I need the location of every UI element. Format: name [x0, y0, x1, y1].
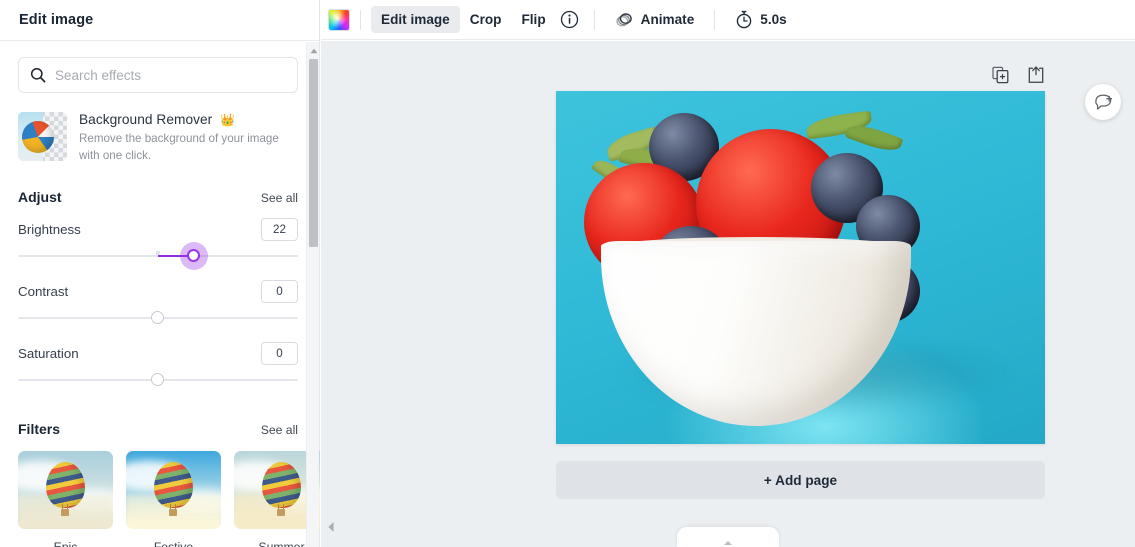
image-editor-window: Edit image Search effects Background Rem…	[0, 0, 1135, 547]
slider-saturation[interactable]: Saturation 0	[18, 342, 298, 391]
animate-label: Animate	[640, 12, 695, 27]
adjust-title: Adjust	[18, 189, 62, 205]
adjust-see-all-link[interactable]: See all	[261, 191, 298, 205]
filter-thumbnail	[18, 451, 113, 529]
slider-handle-saturation[interactable]	[151, 373, 164, 386]
toolbar-divider	[593, 9, 595, 30]
button-animate[interactable]: Animate	[605, 6, 705, 33]
collapse-left-icon[interactable]	[327, 521, 335, 533]
background-remover-item[interactable]: Background Remover 👑 Remove the backgrou…	[18, 112, 302, 164]
background-remover-thumbnail	[18, 112, 67, 161]
page-actions	[992, 66, 1046, 84]
slider-brightness[interactable]: Brightness 22	[18, 218, 298, 270]
slider-label: Contrast	[18, 284, 69, 299]
slider-handle-contrast[interactable]	[151, 311, 164, 324]
toolbar-divider	[360, 9, 361, 30]
editor-main: Edit image Crop Flip Animate 5.0s + Add …	[321, 0, 1135, 547]
slider-track-contrast[interactable]	[18, 307, 298, 329]
background-remover-description: Remove the background of your image with…	[79, 132, 279, 162]
layers-icon	[615, 11, 634, 28]
effects-sidebar: Edit image Search effects Background Rem…	[0, 0, 320, 547]
tab-flip[interactable]: Flip	[511, 6, 555, 33]
tab-edit-image[interactable]: Edit image	[371, 6, 460, 33]
slider-track-brightness[interactable]	[18, 242, 298, 270]
image-element[interactable]	[556, 91, 1045, 444]
info-icon[interactable]	[556, 6, 584, 33]
filters-section-header: Filters See all	[18, 421, 298, 437]
sidebar-header: Edit image	[0, 0, 320, 41]
stopwatch-icon	[735, 10, 753, 29]
crown-icon: 👑	[220, 112, 236, 127]
add-page-button[interactable]: + Add page	[556, 461, 1045, 499]
scrollbar-thumb[interactable]	[309, 59, 318, 247]
top-toolbar: Edit image Crop Flip Animate 5.0s	[321, 0, 1135, 40]
duration-label: 5.0s	[760, 12, 787, 27]
filters-see-all-link[interactable]: See all	[261, 423, 298, 437]
duplicate-page-icon[interactable]	[992, 66, 1010, 84]
bottom-panel-handle[interactable]	[677, 527, 779, 547]
tab-crop[interactable]: Crop	[460, 6, 512, 33]
filter-item-festive[interactable]: Festive	[126, 451, 221, 547]
sidebar-scroll-area[interactable]: Background Remover 👑 Remove the backgrou…	[0, 42, 320, 547]
filter-item-epic[interactable]: Epic	[18, 451, 113, 547]
search-icon	[30, 67, 46, 83]
slider-track-saturation[interactable]	[18, 369, 298, 391]
toolbar-divider	[714, 9, 716, 30]
page-title: Edit image	[19, 12, 94, 28]
scroll-up-arrow-icon[interactable]	[307, 45, 320, 57]
slider-label: Saturation	[18, 346, 79, 361]
slider-value-input[interactable]: 0	[261, 342, 298, 365]
filters-title: Filters	[18, 421, 61, 437]
color-picker-icon[interactable]	[328, 8, 350, 31]
slider-value-input[interactable]: 0	[261, 280, 298, 303]
add-page-icon[interactable]	[1028, 66, 1046, 84]
canvas-area[interactable]: + Add page	[321, 41, 1135, 547]
button-duration[interactable]: 5.0s	[725, 6, 796, 33]
add-comment-icon[interactable]	[1085, 84, 1121, 120]
filter-label: Festive	[153, 540, 194, 547]
filters-list: Epic Festive Summer	[18, 451, 320, 547]
sidebar-scrollbar[interactable]	[306, 42, 319, 547]
search-input[interactable]	[55, 67, 273, 83]
background-remover-title: Background Remover	[79, 112, 213, 127]
slider-label: Brightness	[18, 222, 81, 237]
adjust-section-header: Adjust See all	[18, 189, 298, 205]
slider-contrast[interactable]: Contrast 0	[18, 280, 298, 329]
slider-handle-brightness[interactable]	[187, 249, 200, 262]
filter-thumbnail	[126, 451, 221, 529]
artboard-page[interactable]	[556, 91, 1045, 444]
add-page-label: + Add page	[763, 472, 838, 488]
slider-value-input[interactable]: 22	[261, 218, 298, 241]
search-box[interactable]	[18, 57, 298, 93]
filter-label: Epic	[53, 540, 78, 547]
